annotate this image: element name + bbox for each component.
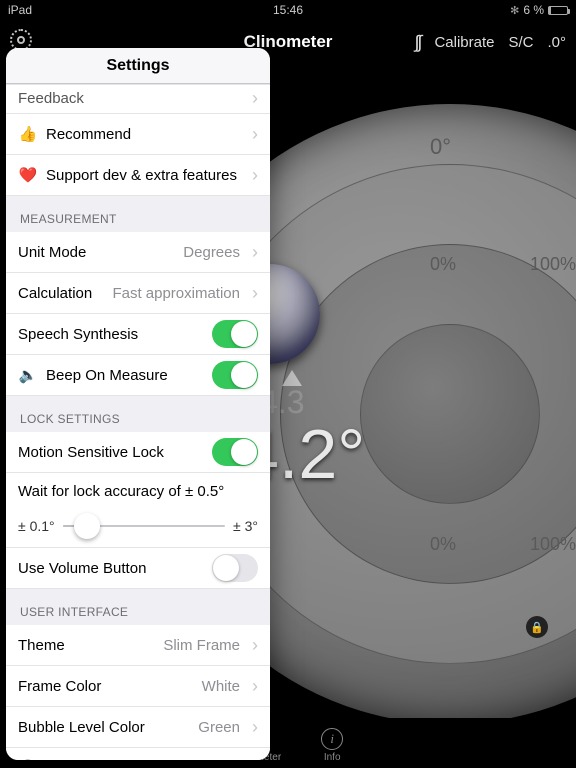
switch-beep[interactable] <box>212 361 258 389</box>
section-ui: USER INTERFACE <box>6 589 270 625</box>
battery-pct: 6 % <box>523 3 544 17</box>
sc-button[interactable]: S/C <box>508 34 533 51</box>
pct-100b: 100% <box>530 534 576 555</box>
tab-info[interactable]: i Info <box>321 728 343 763</box>
pct-100a: 100% <box>530 254 576 275</box>
row-recommend[interactable]: 👍 Recommend › <box>6 114 270 155</box>
row-value: White <box>202 678 240 695</box>
row-lock-accuracy-slider[interactable]: ± 0.1° ± 3° <box>6 504 270 548</box>
popover-title: Settings <box>6 48 270 84</box>
row-calculation[interactable]: Calculation Fast approximation › <box>6 273 270 314</box>
pct-0a: 0% <box>430 534 456 555</box>
row-frame-color[interactable]: Frame Color White › <box>6 666 270 707</box>
section-measurement: MEASUREMENT <box>6 196 270 232</box>
info-tab-icon: i <box>321 728 343 750</box>
row-support-dev[interactable]: ❤️ Support dev & extra features › <box>6 155 270 196</box>
row-label: Speech Synthesis <box>18 326 204 343</box>
row-label: Unit Mode <box>18 244 175 261</box>
row-feedback[interactable]: Feedback › <box>6 84 270 114</box>
row-bubble-color[interactable]: Bubble Level Color Green › <box>6 707 270 748</box>
row-label: Feedback <box>18 90 244 107</box>
settings-popover: Settings Feedback › 👍 Recommend › ❤️ Sup… <box>6 48 270 760</box>
row-label: Recommend <box>46 126 244 143</box>
clock: 15:46 <box>273 3 303 17</box>
row-localization[interactable]: 💬 Localization › <box>6 748 270 760</box>
row-volume-button[interactable]: Use Volume Button <box>6 548 270 589</box>
row-label: Localization <box>46 760 244 761</box>
row-label: Wait for lock accuracy of ± 0.5° <box>18 483 224 500</box>
row-theme[interactable]: Theme Slim Frame › <box>6 625 270 666</box>
slider-min: ± 0.1° <box>18 518 55 534</box>
battery-icon <box>548 6 568 15</box>
tab-label: Info <box>324 752 341 763</box>
bluetooth-icon: ✻ <box>510 4 519 17</box>
infinity-icon[interactable]: ∫∫ <box>415 32 421 53</box>
row-unit-mode[interactable]: Unit Mode Degrees › <box>6 232 270 273</box>
speech-bubble-icon: 💬 <box>18 759 38 760</box>
chevron-right-icon: › <box>252 677 258 695</box>
pct-0b: 0% <box>430 254 456 275</box>
section-lock: LOCK SETTINGS <box>6 396 270 432</box>
accuracy-slider[interactable] <box>63 525 225 527</box>
switch-speech[interactable] <box>212 320 258 348</box>
calibrate-button[interactable]: Calibrate <box>434 34 494 51</box>
row-value: Slim Frame <box>163 637 240 654</box>
chevron-right-icon: › <box>252 284 258 302</box>
chevron-right-icon: › <box>252 125 258 143</box>
thumbs-up-icon: 👍 <box>18 125 38 143</box>
chevron-right-icon: › <box>252 89 258 107</box>
chevron-right-icon: › <box>252 243 258 261</box>
device-label: iPad <box>8 3 32 17</box>
slider-thumb[interactable] <box>74 513 100 539</box>
status-bar: iPad 15:46 ✻ 6 % <box>0 0 576 20</box>
switch-motion-lock[interactable] <box>212 438 258 466</box>
switch-volume-button[interactable] <box>212 554 258 582</box>
row-beep-on-measure[interactable]: 🔈 Beep On Measure <box>6 355 270 396</box>
row-value: Green <box>198 719 240 736</box>
chevron-right-icon: › <box>252 166 258 184</box>
slider-max: ± 3° <box>233 518 258 534</box>
lock-badge-icon[interactable]: 🔒 <box>526 616 548 638</box>
row-label: Beep On Measure <box>46 367 204 384</box>
chevron-right-icon: › <box>252 636 258 654</box>
status-right: ✻ 6 % <box>510 3 568 17</box>
row-label: Frame Color <box>18 678 194 695</box>
row-wait-lock-label: Wait for lock accuracy of ± 0.5° <box>6 473 270 504</box>
row-value: Degrees <box>183 244 240 261</box>
row-label: Theme <box>18 637 155 654</box>
row-motion-lock[interactable]: Motion Sensitive Lock <box>6 432 270 473</box>
row-value: Fast approximation <box>112 285 240 302</box>
row-label: Bubble Level Color <box>18 719 190 736</box>
tick-0: 0° <box>430 134 451 160</box>
row-label: Support dev & extra features <box>46 167 244 184</box>
row-label: Motion Sensitive Lock <box>18 444 204 461</box>
row-speech-synthesis[interactable]: Speech Synthesis <box>6 314 270 355</box>
chevron-right-icon: › <box>252 718 258 736</box>
speaker-icon: 🔈 <box>18 366 38 384</box>
chevron-right-icon: › <box>252 759 258 760</box>
row-label: Calculation <box>18 285 104 302</box>
popover-body[interactable]: Feedback › 👍 Recommend › ❤️ Support dev … <box>6 84 270 760</box>
zero-button[interactable]: .0° <box>547 34 566 51</box>
heart-icon: ❤️ <box>18 166 38 184</box>
row-label: Use Volume Button <box>18 560 204 577</box>
nav-right: ∫∫ Calibrate S/C .0° <box>415 32 566 53</box>
